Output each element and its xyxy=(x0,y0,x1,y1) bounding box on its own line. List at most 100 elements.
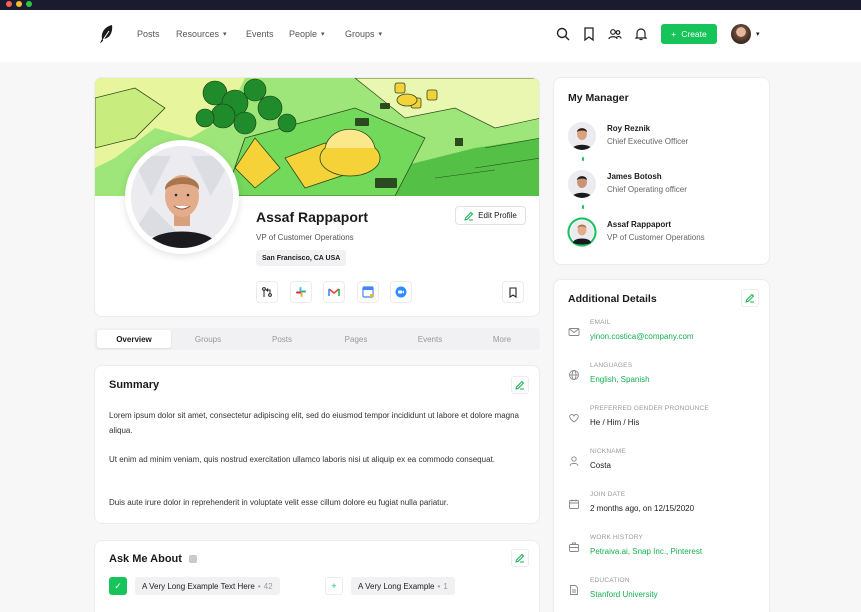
nav-people[interactable]: People ▾ xyxy=(289,29,325,39)
create-label: Create xyxy=(681,29,707,39)
tab-pages[interactable]: Pages xyxy=(319,330,393,348)
topic-label: A Very Long Example Text Here xyxy=(142,581,255,591)
zoom-app-button[interactable] xyxy=(390,281,412,303)
bell-icon[interactable] xyxy=(633,26,649,42)
work-history-value[interactable]: Petraiva.ai, Snap Inc., Pinterest xyxy=(590,547,702,556)
google-calendar-icon xyxy=(362,286,374,298)
calendar-app-button[interactable] xyxy=(357,281,379,303)
detail-label: JOIN DATE xyxy=(590,491,626,498)
profile-card: Assaf Rappaport VP of Customer Operation… xyxy=(94,77,540,317)
topic-chip[interactable]: A Very Long Example Text Here • 42 xyxy=(135,577,280,595)
window-titlebar xyxy=(0,0,861,10)
chevron-down-icon: ▾ xyxy=(223,31,227,38)
slack-app-button[interactable] xyxy=(290,281,312,303)
topic-chip[interactable]: A Very Long Example • 1 xyxy=(351,577,455,595)
minimize-window-dot[interactable] xyxy=(16,1,22,7)
user-avatar[interactable] xyxy=(731,24,751,44)
manager-role: Chief Operating officer xyxy=(607,185,687,194)
ask-me-about-card: Ask Me About ✓ A Very Long Example Text … xyxy=(94,540,540,612)
create-button[interactable]: + Create xyxy=(661,24,717,44)
tab-overview[interactable]: Overview xyxy=(97,330,171,348)
chevron-down-icon[interactable]: ▾ xyxy=(756,30,760,38)
checked-checkbox[interactable]: ✓ xyxy=(109,577,127,595)
email-link[interactable]: yinon.costica@company.com xyxy=(590,332,694,341)
globe-icon xyxy=(569,370,579,380)
edit-details-button[interactable] xyxy=(741,289,759,307)
nav-events[interactable]: Events xyxy=(246,29,274,39)
detail-label: NICKNAME xyxy=(590,448,626,455)
close-window-dot[interactable] xyxy=(6,1,12,7)
tab-events[interactable]: Events xyxy=(393,330,467,348)
nav-groups[interactable]: Groups ▾ xyxy=(345,29,382,39)
people-icon[interactable] xyxy=(607,26,623,42)
gmail-icon xyxy=(328,288,340,296)
pencil-icon xyxy=(464,211,474,221)
summary-card: Summary Lorem ipsum dolor sit amet, cons… xyxy=(94,365,540,524)
pencil-icon xyxy=(515,380,525,390)
topic-count-separator: • xyxy=(437,581,441,591)
topic-count-separator: • xyxy=(257,581,261,591)
avatar xyxy=(568,122,596,150)
profile-photo[interactable] xyxy=(125,140,239,254)
my-manager-card: My Manager Roy Reznik Chief Executive Of… xyxy=(553,77,770,265)
location-badge: San Francisco, CA USA xyxy=(256,250,347,266)
edit-summary-button[interactable] xyxy=(511,376,529,394)
detail-label: LANGUAGES xyxy=(590,362,633,369)
summary-paragraph: Duis aute irure dolor in reprehenderit i… xyxy=(109,498,449,507)
languages-value[interactable]: English, Spanish xyxy=(590,375,650,384)
nav-resources[interactable]: Resources ▾ xyxy=(176,29,227,39)
manager-title: My Manager xyxy=(568,92,629,104)
summary-title: Summary xyxy=(109,379,160,391)
document-icon xyxy=(570,585,578,595)
education-value[interactable]: Stanford University xyxy=(590,590,658,599)
summary-paragraph: Lorem ipsum dolor sit amet, consectetur … xyxy=(109,411,519,435)
plus-icon: + xyxy=(671,29,677,39)
tab-posts[interactable]: Posts xyxy=(245,330,319,348)
tab-groups[interactable]: Groups xyxy=(171,330,245,348)
add-topic-button[interactable]: + xyxy=(325,577,343,595)
avatar xyxy=(568,170,596,198)
manager-role: Chief Executive Officer xyxy=(607,137,689,146)
slack-icon xyxy=(296,287,306,297)
ask-me-about-title: Ask Me About xyxy=(109,553,197,565)
hierarchy-connector xyxy=(582,205,584,209)
topic-count: 42 xyxy=(263,581,273,591)
nav-groups-label: Groups xyxy=(345,29,375,39)
summary-paragraph: Ut enim ad minim veniam, quis nostrud ex… xyxy=(109,455,495,464)
detail-label: WORK HISTORY xyxy=(590,534,644,541)
detail-label: EMAIL xyxy=(590,319,611,326)
detail-label: PREFERRED GENDER PRONOUNCE xyxy=(590,405,709,412)
info-icon[interactable] xyxy=(189,555,197,564)
avatar xyxy=(567,217,597,247)
edit-ask-me-about-button[interactable] xyxy=(511,549,529,567)
nav-people-label: People xyxy=(289,29,318,39)
detail-label: EDUCATION xyxy=(590,577,630,584)
nav-resources-label: Resources xyxy=(176,29,220,39)
maximize-window-dot[interactable] xyxy=(26,1,32,7)
manager-name: James Botosh xyxy=(607,172,662,181)
bookmark-icon xyxy=(509,286,517,298)
top-navigation: Posts Resources ▾ Events People ▾ Groups ▾ … xyxy=(0,10,861,62)
nav-posts-label: Posts xyxy=(137,29,160,39)
nav-events-label: Events xyxy=(246,29,274,39)
edit-profile-button[interactable]: Edit Profile xyxy=(455,206,526,225)
details-title: Additional Details xyxy=(568,293,657,305)
save-profile-button[interactable] xyxy=(502,281,524,303)
profile-portrait xyxy=(131,146,233,248)
search-icon[interactable] xyxy=(555,26,571,42)
nav-posts[interactable]: Posts xyxy=(137,29,160,39)
tab-more[interactable]: More xyxy=(465,330,539,348)
additional-details-card: Additional Details EMAIL yinon.costica@c… xyxy=(553,279,770,612)
merge-app-button[interactable] xyxy=(256,281,278,303)
mail-icon xyxy=(568,328,580,336)
manager-role: VP of Customer Operations xyxy=(607,233,705,242)
profile-name: Assaf Rappaport xyxy=(256,209,369,225)
bookmark-icon[interactable] xyxy=(581,26,597,42)
manager-name: Assaf Rappaport xyxy=(607,220,672,229)
gmail-app-button[interactable] xyxy=(323,281,345,303)
profile-tabs: Overview Groups Posts Pages Events More xyxy=(94,328,540,350)
user-icon xyxy=(569,456,579,467)
zoom-icon xyxy=(395,286,407,298)
feather-logo-icon[interactable] xyxy=(98,24,116,44)
ask-me-about-label: Ask Me About xyxy=(109,553,182,565)
